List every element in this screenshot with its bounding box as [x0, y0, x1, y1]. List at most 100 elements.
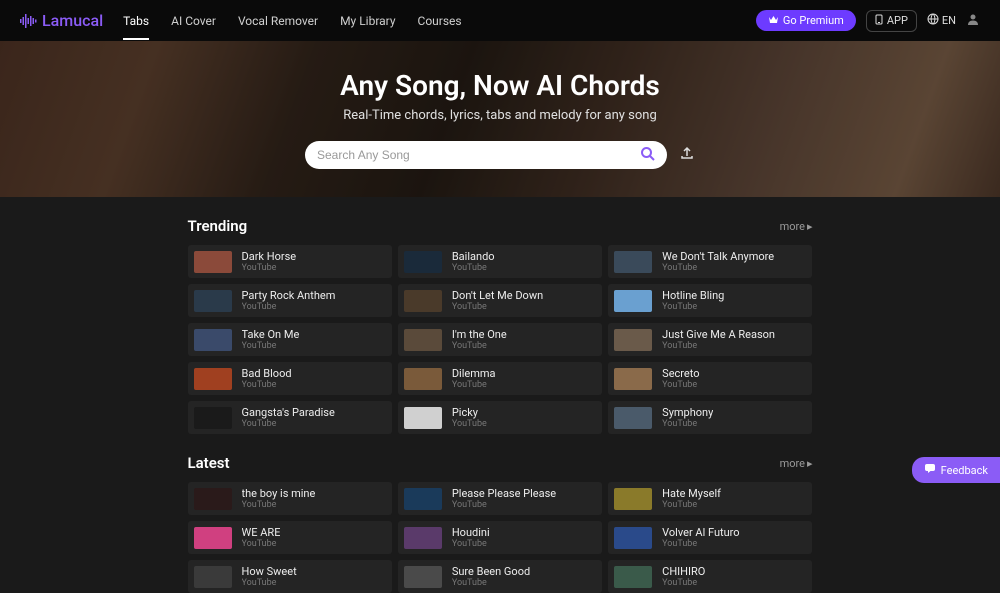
nav-my-library[interactable]: My Library	[340, 2, 395, 40]
feedback-label: Feedback	[941, 464, 988, 477]
song-card[interactable]: Don't Let Me DownYouTube	[398, 284, 602, 317]
song-card[interactable]: How SweetYouTube	[188, 560, 392, 593]
latest-more-link[interactable]: more ▸	[780, 457, 813, 470]
song-card[interactable]: Dark HorseYouTube	[188, 245, 392, 278]
song-title: CHIHIRO	[662, 565, 705, 578]
song-title: Gangsta's Paradise	[242, 406, 335, 419]
logo[interactable]: Lamucal	[20, 11, 103, 30]
header: Lamucal Tabs AI Cover Vocal Remover My L…	[0, 0, 1000, 41]
crown-icon	[768, 14, 779, 27]
song-info: Party Rock AnthemYouTube	[242, 289, 336, 312]
app-label: APP	[887, 14, 908, 27]
globe-icon	[927, 13, 939, 28]
upload-icon[interactable]	[679, 145, 695, 165]
app-button[interactable]: APP	[866, 10, 917, 32]
song-card[interactable]: Please Please PleaseYouTube	[398, 482, 602, 515]
song-source: YouTube	[242, 539, 281, 549]
song-card[interactable]: Take On MeYouTube	[188, 323, 392, 356]
logo-icon	[20, 13, 38, 29]
language-button[interactable]: EN	[927, 13, 956, 28]
search-box	[305, 141, 667, 169]
song-title: How Sweet	[242, 565, 297, 578]
main-nav: Tabs AI Cover Vocal Remover My Library C…	[123, 2, 756, 40]
song-card[interactable]: I'm the OneYouTube	[398, 323, 602, 356]
more-label: more	[780, 457, 805, 470]
song-source: YouTube	[662, 500, 721, 510]
song-card[interactable]: Gangsta's ParadiseYouTube	[188, 401, 392, 434]
song-info: Sure Been GoodYouTube	[452, 565, 530, 588]
song-card[interactable]: BailandoYouTube	[398, 245, 602, 278]
song-source: YouTube	[242, 500, 316, 510]
nav-ai-cover[interactable]: AI Cover	[171, 2, 216, 40]
song-source: YouTube	[452, 500, 556, 510]
song-info: How SweetYouTube	[242, 565, 297, 588]
song-card[interactable]: Bad BloodYouTube	[188, 362, 392, 395]
song-title: Volver Al Futuro	[662, 526, 739, 539]
song-card[interactable]: We Don't Talk AnymoreYouTube	[608, 245, 812, 278]
song-card[interactable]: the boy is mineYouTube	[188, 482, 392, 515]
song-source: YouTube	[242, 380, 292, 390]
song-info: Please Please PleaseYouTube	[452, 487, 556, 510]
song-title: Please Please Please	[452, 487, 556, 500]
song-card[interactable]: SecretoYouTube	[608, 362, 812, 395]
song-info: CHIHIROYouTube	[662, 565, 705, 588]
song-title: Hotline Bling	[662, 289, 724, 302]
song-card[interactable]: Hate MyselfYouTube	[608, 482, 812, 515]
song-card[interactable]: Party Rock AnthemYouTube	[188, 284, 392, 317]
song-info: I'm the OneYouTube	[452, 328, 507, 351]
song-thumbnail	[194, 566, 232, 588]
user-icon[interactable]	[966, 11, 980, 30]
song-card[interactable]: Just Give Me A ReasonYouTube	[608, 323, 812, 356]
song-source: YouTube	[452, 341, 507, 351]
song-source: YouTube	[242, 341, 300, 351]
song-card[interactable]: CHIHIROYouTube	[608, 560, 812, 593]
caret-right-icon: ▸	[807, 220, 813, 233]
song-info: Bad BloodYouTube	[242, 367, 292, 390]
song-title: We Don't Talk Anymore	[662, 250, 774, 263]
song-card[interactable]: Sure Been GoodYouTube	[398, 560, 602, 593]
content: Trending more ▸ Dark HorseYouTube Bailand…	[0, 197, 1000, 593]
song-info: BailandoYouTube	[452, 250, 495, 273]
song-info: SecretoYouTube	[662, 367, 699, 390]
trending-more-link[interactable]: more ▸	[780, 220, 813, 233]
song-thumbnail	[404, 527, 442, 549]
song-thumbnail	[614, 527, 652, 549]
song-card[interactable]: Hotline BlingYouTube	[608, 284, 812, 317]
song-title: Symphony	[662, 406, 713, 419]
song-info: HoudiniYouTube	[452, 526, 490, 549]
song-title: Picky	[452, 406, 487, 419]
song-info: Don't Let Me DownYouTube	[452, 289, 543, 312]
song-title: Sure Been Good	[452, 565, 530, 578]
feedback-button[interactable]: Feedback	[912, 457, 1000, 483]
nav-vocal-remover[interactable]: Vocal Remover	[238, 2, 318, 40]
chat-icon	[924, 463, 936, 477]
song-source: YouTube	[662, 263, 774, 273]
song-source: YouTube	[662, 419, 713, 429]
hero: Any Song, Now AI Chords Real-Time chords…	[0, 41, 1000, 197]
song-card[interactable]: DilemmaYouTube	[398, 362, 602, 395]
song-thumbnail	[614, 329, 652, 351]
song-thumbnail	[194, 368, 232, 390]
song-thumbnail	[194, 290, 232, 312]
go-premium-button[interactable]: Go Premium	[756, 10, 856, 31]
search-icon[interactable]	[640, 146, 655, 165]
song-info: Just Give Me A ReasonYouTube	[662, 328, 775, 351]
trending-title: Trending	[188, 217, 248, 235]
song-source: YouTube	[452, 578, 530, 588]
song-card[interactable]: PickyYouTube	[398, 401, 602, 434]
song-title: I'm the One	[452, 328, 507, 341]
song-card[interactable]: SymphonyYouTube	[608, 401, 812, 434]
song-info: WE AREYouTube	[242, 526, 281, 549]
song-card[interactable]: WE AREYouTube	[188, 521, 392, 554]
song-thumbnail	[194, 329, 232, 351]
song-card[interactable]: Volver Al FuturoYouTube	[608, 521, 812, 554]
nav-courses[interactable]: Courses	[418, 2, 462, 40]
song-title: WE ARE	[242, 526, 281, 539]
search-row	[305, 141, 695, 169]
song-title: Just Give Me A Reason	[662, 328, 775, 341]
latest-grid: the boy is mineYouTube Please Please Plea…	[188, 482, 813, 593]
nav-tabs[interactable]: Tabs	[123, 2, 149, 40]
hero-title: Any Song, Now AI Chords	[340, 69, 660, 102]
search-input[interactable]	[317, 148, 640, 162]
song-card[interactable]: HoudiniYouTube	[398, 521, 602, 554]
